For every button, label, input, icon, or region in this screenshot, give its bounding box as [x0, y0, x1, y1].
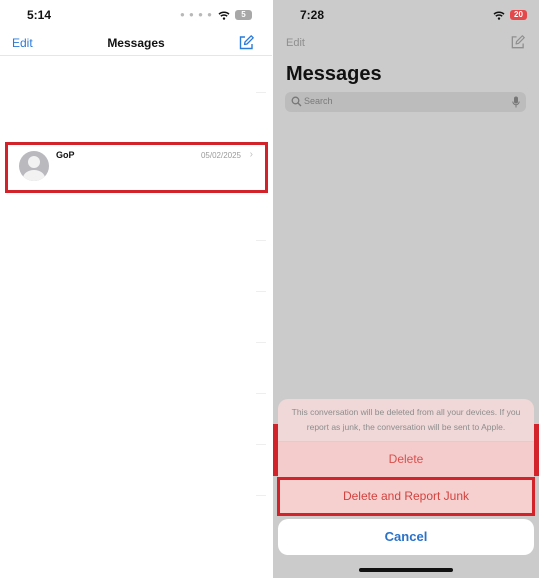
delete-and-report-junk-button[interactable]: Delete and Report Junk — [277, 477, 535, 516]
cancel-button[interactable]: Cancel — [278, 519, 534, 555]
signal-icon: ● ● ● ● — [180, 10, 213, 19]
divider — [256, 393, 266, 394]
status-icons: 20 — [493, 10, 527, 20]
microphone-icon[interactable] — [512, 96, 520, 108]
status-icons: ● ● ● ● 5 — [180, 10, 252, 20]
home-indicator[interactable] — [359, 568, 453, 572]
large-title: Messages — [286, 63, 382, 85]
divider — [256, 92, 266, 93]
divider — [256, 291, 266, 292]
nav-bar: Edit Messages — [0, 30, 272, 56]
battery-level: 20 — [510, 10, 527, 20]
wifi-icon — [218, 11, 230, 20]
search-placeholder: Search — [304, 96, 333, 106]
divider — [256, 495, 266, 496]
right-phone-screen: 7:28 20 Edit Messages Search This conver… — [273, 0, 539, 578]
divider — [256, 240, 266, 241]
search-field[interactable]: Search — [285, 92, 526, 112]
search-icon — [291, 96, 302, 107]
status-bar: 5:14 ● ● ● ● 5 — [0, 0, 272, 30]
page-title: Messages — [107, 36, 165, 50]
action-sheet: This conversation will be deleted from a… — [278, 399, 534, 477]
action-sheet-message: This conversation will be deleted from a… — [291, 407, 521, 432]
status-time: 7:28 — [300, 8, 325, 22]
conversation-row[interactable]: GoP 05/02/2025 › — [5, 142, 268, 193]
conversation-date: 05/02/2025 — [200, 151, 241, 160]
highlight-edge — [534, 424, 539, 476]
status-time: 5:14 — [27, 8, 52, 22]
avatar-placeholder-icon — [19, 151, 49, 181]
edit-button[interactable]: Edit — [286, 37, 305, 49]
battery-level: 5 — [235, 10, 252, 20]
chevron-right-icon: › — [249, 149, 253, 160]
conversation-sender: GoP — [56, 150, 75, 160]
compose-icon[interactable] — [238, 35, 254, 51]
wifi-icon — [493, 11, 505, 20]
divider — [256, 444, 266, 445]
divider — [256, 342, 266, 343]
left-phone-screen: 5:14 ● ● ● ● 5 Edit Messages GoP 05/02/2… — [0, 0, 272, 578]
delete-button[interactable]: Delete — [278, 442, 534, 477]
compose-icon[interactable] — [510, 35, 525, 50]
